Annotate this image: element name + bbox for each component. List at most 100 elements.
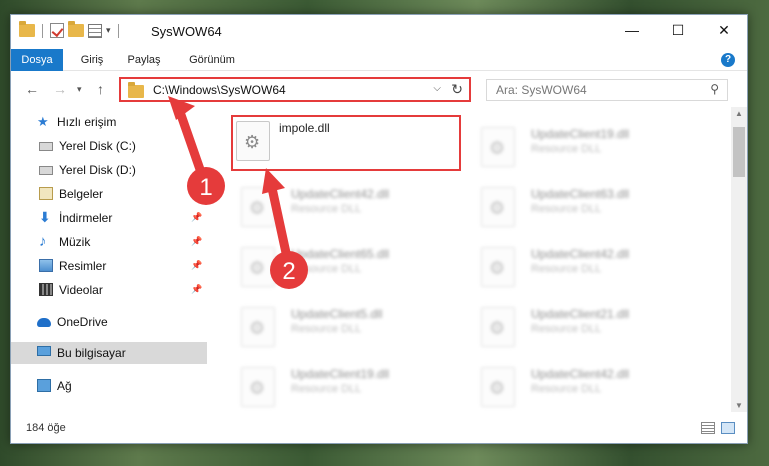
- sidebar-item-pictures[interactable]: Resimler 📌: [11, 255, 207, 277]
- file-tile-impole[interactable]: impole.dll: [231, 115, 461, 171]
- file-tile[interactable]: UpdateClient42.dll Resource DLL: [471, 355, 701, 411]
- new-folder-icon[interactable]: [68, 21, 84, 37]
- sidebar-item-label: Yerel Disk (D:): [59, 163, 136, 177]
- minimize-button[interactable]: —: [609, 15, 655, 45]
- file-type: Resource DLL: [531, 143, 602, 155]
- forward-button[interactable]: →: [53, 81, 67, 97]
- sidebar-item-local-disk-d[interactable]: Yerel Disk (D:): [11, 159, 207, 181]
- navigation-bar: ← → ▾ ↑ C:\Windows\SysWOW64 ⌵ ↻ Ara: Sys…: [11, 72, 747, 106]
- disk-icon: [39, 166, 53, 175]
- computer-icon: [37, 346, 51, 356]
- recent-locations-button[interactable]: ▾: [77, 84, 82, 95]
- network-icon: [37, 379, 51, 392]
- file-tile[interactable]: UpdateClient42.dll Resource DLL: [231, 175, 461, 231]
- dll-file-icon: [241, 367, 275, 407]
- chevron-down-icon[interactable]: ⌵: [433, 83, 441, 94]
- scroll-thumb[interactable]: [733, 127, 745, 177]
- file-name: UpdateClient21.dll: [531, 307, 630, 321]
- vertical-scrollbar[interactable]: ▲ ▼: [731, 107, 747, 412]
- properties-check-icon[interactable]: [50, 23, 64, 38]
- search-placeholder: Ara: SysWOW64: [496, 83, 587, 97]
- sidebar-item-label: Yerel Disk (C:): [59, 139, 136, 153]
- file-type: Resource DLL: [291, 323, 362, 335]
- status-bar: 184 öğe: [11, 415, 747, 443]
- sidebar-item-label: İndirmeler: [59, 211, 113, 225]
- details-view-icon[interactable]: [701, 422, 715, 434]
- search-icon[interactable]: ⚲: [710, 82, 719, 96]
- refresh-icon[interactable]: ↻: [451, 81, 463, 98]
- file-type: Resource DLL: [531, 203, 602, 215]
- file-tile[interactable]: UpdateClient21.dll Resource DLL: [471, 295, 701, 351]
- title-bar: ▾ SysWOW64 — ☐ ✕: [11, 15, 747, 49]
- folder-icon[interactable]: [19, 21, 35, 37]
- explorer-window: ▾ SysWOW64 — ☐ ✕ Dosya Giriş Paylaş Görü…: [10, 14, 748, 444]
- sidebar-item-onedrive[interactable]: OneDrive: [11, 311, 207, 333]
- large-icons-view-icon[interactable]: [721, 422, 735, 434]
- file-type: Resource DLL: [531, 323, 602, 335]
- scroll-up-icon[interactable]: ▲: [735, 109, 743, 118]
- scroll-down-icon[interactable]: ▼: [735, 401, 743, 410]
- pin-icon[interactable]: 📌: [191, 260, 202, 271]
- sidebar-item-documents[interactable]: Belgeler: [11, 183, 207, 205]
- file-tile[interactable]: UpdateClient65.dll Resource DLL: [231, 235, 461, 291]
- file-tile[interactable]: UpdateClient63.dll Resource DLL: [471, 175, 701, 231]
- item-count: 184 öğe: [26, 422, 66, 434]
- file-name: UpdateClient65.dll: [291, 247, 390, 261]
- file-name: UpdateClient19.dll: [291, 367, 390, 381]
- chevron-down-icon[interactable]: ▾: [106, 25, 111, 36]
- help-icon[interactable]: ?: [721, 53, 735, 67]
- dll-file-icon: [481, 367, 515, 407]
- maximize-button[interactable]: ☐: [655, 15, 701, 45]
- search-box[interactable]: Ara: SysWOW64 ⚲: [486, 79, 728, 101]
- file-tile[interactable]: UpdateClient19.dll Resource DLL: [471, 115, 701, 171]
- tab-share[interactable]: Paylaş: [117, 49, 171, 71]
- file-name: UpdateClient42.dll: [291, 187, 390, 201]
- sidebar-item-network[interactable]: Ağ: [11, 375, 207, 397]
- sidebar-item-label: Hızlı erişim: [57, 115, 117, 129]
- pin-icon[interactable]: 📌: [191, 236, 202, 247]
- dll-file-icon: [241, 307, 275, 347]
- sidebar-item-this-pc[interactable]: Bu bilgisayar: [11, 342, 207, 364]
- pin-icon[interactable]: 📌: [191, 284, 202, 295]
- file-name: UpdateClient63.dll: [531, 187, 630, 201]
- videos-icon: [39, 283, 53, 296]
- window-title: SysWOW64: [151, 24, 222, 39]
- file-tile[interactable]: UpdateClient42.dll Resource DLL: [471, 235, 701, 291]
- onedrive-icon: [37, 318, 51, 327]
- sidebar-item-downloads[interactable]: ⬇ İndirmeler 📌: [11, 207, 207, 229]
- file-tile[interactable]: UpdateClient19.dll Resource DLL: [231, 355, 461, 411]
- back-button[interactable]: ←: [25, 81, 39, 97]
- sidebar-item-label: Ağ: [57, 379, 72, 393]
- file-type: Resource DLL: [291, 263, 362, 275]
- close-button[interactable]: ✕: [701, 15, 747, 45]
- up-button[interactable]: ↑: [97, 81, 104, 97]
- tab-file[interactable]: Dosya: [11, 49, 63, 71]
- dll-file-icon: [481, 187, 515, 227]
- address-path[interactable]: C:\Windows\SysWOW64: [153, 83, 286, 97]
- navigation-pane: ★ Hızlı erişim Yerel Disk (C:) Yerel Dis…: [11, 111, 207, 411]
- toolbar-separator: [42, 23, 43, 38]
- file-name: UpdateClient42.dll: [531, 367, 630, 381]
- sidebar-item-videos[interactable]: Videolar 📌: [11, 279, 207, 301]
- sidebar-item-local-disk-c[interactable]: Yerel Disk (C:): [11, 135, 207, 157]
- toolbar-separator: [117, 23, 119, 38]
- sidebar-item-quick-access[interactable]: ★ Hızlı erişim: [11, 111, 207, 133]
- sidebar-item-label: Belgeler: [59, 187, 104, 201]
- star-icon: ★: [37, 114, 49, 129]
- dll-file-icon: [481, 127, 515, 167]
- pin-icon[interactable]: 📌: [191, 212, 202, 223]
- tab-home[interactable]: Giriş: [67, 49, 117, 71]
- file-type: Resource DLL: [531, 383, 602, 395]
- sidebar-item-music[interactable]: ♪ Müzik 📌: [11, 231, 207, 253]
- dll-file-icon: [241, 247, 275, 287]
- file-type: Resource DLL: [291, 203, 362, 215]
- folder-icon: [128, 82, 144, 98]
- sidebar-item-label: Videolar: [59, 283, 103, 297]
- tab-view[interactable]: Görünüm: [177, 49, 247, 71]
- list-properties-icon[interactable]: [88, 23, 102, 38]
- file-tile[interactable]: UpdateClient5.dll Resource DLL: [231, 295, 461, 351]
- address-bar[interactable]: C:\Windows\SysWOW64 ⌵ ↻: [119, 77, 471, 102]
- file-type: Resource DLL: [291, 383, 362, 395]
- quick-access-toolbar: ▾: [19, 21, 122, 38]
- sidebar-item-label: OneDrive: [57, 315, 108, 329]
